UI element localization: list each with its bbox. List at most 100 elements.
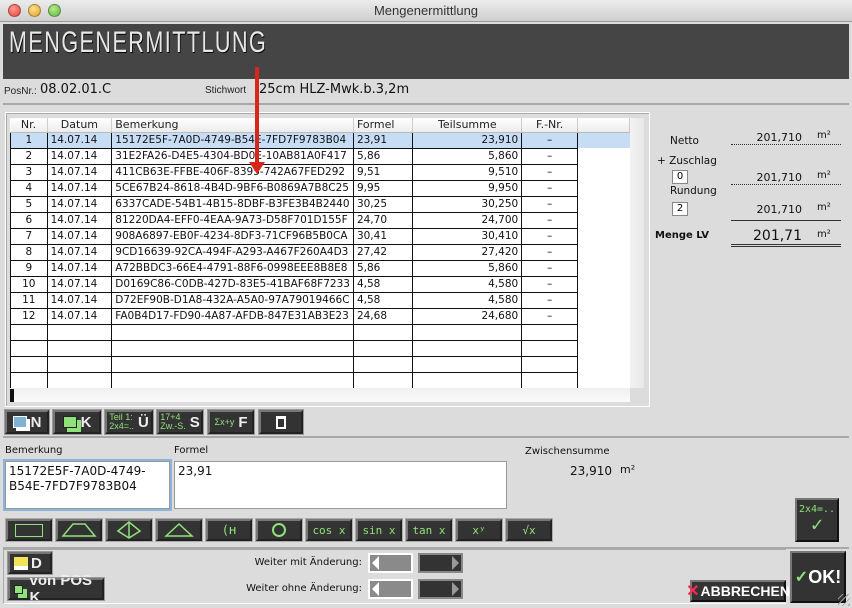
- cell-datum[interactable]: 14.07.14: [46, 164, 113, 181]
- horizontal-scrollbar[interactable]: [10, 388, 630, 402]
- sqrt-button[interactable]: √x: [505, 518, 553, 542]
- cell-teilsumme[interactable]: 27,420: [412, 244, 523, 261]
- cell-datum[interactable]: 14.07.14: [46, 148, 113, 165]
- table-row[interactable]: 6 14.07.14 81220DA4-EFF0-4EAA-9A73-D58F701…: [10, 212, 630, 229]
- cell-nr[interactable]: 2: [10, 148, 48, 165]
- cell-teilsumme[interactable]: 30,250: [412, 196, 523, 213]
- col-teilsumme[interactable]: Teilsumme: [412, 118, 523, 133]
- subtotal-button[interactable]: 17+4 Zw.-S. S: [156, 409, 204, 435]
- empty-cell[interactable]: [352, 324, 414, 341]
- table-row[interactable]: 12 14.07.14 FA0B4D17-FD90-4A87-AFDB-847E31…: [10, 308, 630, 325]
- cell-fnr[interactable]: –: [521, 180, 579, 197]
- resize-grip[interactable]: [838, 594, 850, 606]
- cell-fnr[interactable]: –: [521, 308, 579, 325]
- rundung-input[interactable]: 2: [672, 202, 688, 216]
- empty-cell[interactable]: [352, 356, 414, 373]
- bemerkung-input[interactable]: 15172E5F-7A0D-4749- B54E-7FD7F9783B04: [5, 461, 170, 509]
- cell-datum[interactable]: 14.07.14: [46, 212, 113, 229]
- col-nr[interactable]: Nr.: [10, 118, 48, 133]
- power-button[interactable]: xʸ: [455, 518, 503, 542]
- cell-teilsumme[interactable]: 24,680: [412, 308, 523, 325]
- von-pos-button[interactable]: von POS K: [7, 572, 105, 606]
- empty-cell[interactable]: [111, 372, 354, 389]
- empty-cell[interactable]: [46, 356, 113, 373]
- rectangle-button[interactable]: [5, 518, 53, 542]
- cell-fnr[interactable]: –: [521, 196, 579, 213]
- empty-cell[interactable]: [412, 372, 523, 389]
- empty-cell[interactable]: [352, 340, 414, 357]
- cell-nr[interactable]: 1: [10, 132, 48, 149]
- cell-bemerkung[interactable]: 9CD16639-92CA-494F-A293-A467F260A4D3: [111, 244, 354, 261]
- cell-teilsumme[interactable]: 4,580: [412, 292, 523, 309]
- triangle-button[interactable]: [155, 518, 203, 542]
- cell-fnr[interactable]: –: [521, 276, 579, 293]
- cell-formel[interactable]: 9,95: [352, 180, 414, 197]
- table-row[interactable]: 5 14.07.14 6337CADE-54B1-4B15-8DBF-B3FE3B4…: [10, 196, 630, 213]
- new-button[interactable]: N: [4, 409, 50, 435]
- empty-cell[interactable]: [412, 324, 523, 341]
- weiter-ohne-prev-button[interactable]: [368, 579, 413, 599]
- cell-formel[interactable]: 24,70: [352, 212, 414, 229]
- tan-button[interactable]: tan x: [405, 518, 453, 542]
- zuschlag-input[interactable]: 0: [672, 170, 688, 184]
- cell-formel[interactable]: 5,86: [352, 148, 414, 165]
- cell-formel[interactable]: 4,58: [352, 276, 414, 293]
- empty-cell[interactable]: [521, 356, 579, 373]
- empty-cell[interactable]: [412, 340, 523, 357]
- weiter-mit-prev-button[interactable]: [368, 553, 413, 573]
- table-row[interactable]: 4 14.07.14 5CE67B24-8618-4B4D-9BF6-B0869A7…: [10, 180, 630, 197]
- cell-formel[interactable]: 30,25: [352, 196, 414, 213]
- cell-fnr[interactable]: –: [521, 164, 579, 181]
- cell-formel[interactable]: 23,91: [352, 132, 414, 149]
- vertical-scrollbar[interactable]: [630, 118, 644, 388]
- table-row[interactable]: 11 14.07.14 D72EF90B-D1A8-432A-A5A0-97A790…: [10, 292, 630, 309]
- cell-datum[interactable]: 14.07.14: [46, 308, 113, 325]
- table-row[interactable]: 1 14.07.14 15172E5F-7A0D-4749-B54E-7FD7F97…: [10, 132, 630, 149]
- cell-formel[interactable]: 27,42: [352, 244, 414, 261]
- cell-formel[interactable]: 4,58: [352, 292, 414, 309]
- print-button[interactable]: D: [7, 551, 53, 575]
- col-formel[interactable]: Formel: [353, 118, 414, 133]
- cell-bemerkung[interactable]: A72BBDC3-66E4-4791-88F6-0998EEE8B8E8: [111, 260, 354, 277]
- delete-button[interactable]: [258, 409, 304, 435]
- cell-datum[interactable]: 14.07.14: [46, 196, 113, 213]
- sin-button[interactable]: sin x: [355, 518, 403, 542]
- cell-nr[interactable]: 7: [10, 228, 48, 245]
- cell-nr[interactable]: 6: [10, 212, 48, 229]
- cell-teilsumme[interactable]: 4,580: [412, 276, 523, 293]
- cell-teilsumme[interactable]: 9,510: [412, 164, 523, 181]
- pyramid-button[interactable]: [105, 518, 153, 542]
- cell-datum[interactable]: 14.07.14: [46, 276, 113, 293]
- cell-bemerkung[interactable]: 5CE67B24-8618-4B4D-9BF6-B0869A7B8C25: [111, 180, 354, 197]
- transfer-button[interactable]: Teil 1: 2x4=.. Ü: [104, 409, 154, 435]
- col-datum[interactable]: Datum: [47, 118, 113, 133]
- empty-cell[interactable]: [46, 340, 113, 357]
- table-row[interactable]: 7 14.07.14 908A6897-EB0F-4234-8DF3-71CF96B…: [10, 228, 630, 245]
- cell-datum[interactable]: 14.07.14: [46, 180, 113, 197]
- cell-teilsumme[interactable]: 9,950: [412, 180, 523, 197]
- table-row[interactable]: 3 14.07.14 411CB63E-FFBE-406F-8395-742A67F…: [10, 164, 630, 181]
- empty-cell[interactable]: [46, 372, 113, 389]
- cell-nr[interactable]: 8: [10, 244, 48, 261]
- table-row[interactable]: 8 14.07.14 9CD16639-92CA-494F-A293-A467F26…: [10, 244, 630, 261]
- cell-fnr[interactable]: –: [521, 292, 579, 309]
- empty-cell[interactable]: [412, 356, 523, 373]
- cell-nr[interactable]: 3: [10, 164, 48, 181]
- empty-cell[interactable]: [111, 356, 354, 373]
- empty-cell[interactable]: [521, 340, 579, 357]
- empty-cell[interactable]: [521, 372, 579, 389]
- table-row[interactable]: 10 14.07.14 D0169C86-C0DB-427D-83E5-41BAF6…: [10, 276, 630, 293]
- cell-nr[interactable]: 5: [10, 196, 48, 213]
- empty-cell[interactable]: [10, 340, 48, 357]
- cell-teilsumme[interactable]: 5,860: [412, 148, 523, 165]
- weiter-mit-next-button[interactable]: [418, 553, 463, 573]
- copy-button[interactable]: K: [52, 409, 102, 435]
- cell-fnr[interactable]: –: [521, 132, 579, 149]
- cell-teilsumme[interactable]: 23,910: [412, 132, 523, 149]
- cell-bemerkung[interactable]: 15172E5F-7A0D-4749-B54E-7FD7F9783B04: [111, 132, 354, 149]
- cell-fnr[interactable]: –: [521, 244, 579, 261]
- cell-formel[interactable]: 5,86: [352, 260, 414, 277]
- col-fnr[interactable]: F.-Nr.: [521, 118, 579, 133]
- cell-bemerkung[interactable]: 411CB63E-FFBE-406F-8395-742A67FED292: [111, 164, 354, 181]
- measurement-table[interactable]: Nr. Datum Bemerkung Formel Teilsumme F.-…: [10, 118, 630, 390]
